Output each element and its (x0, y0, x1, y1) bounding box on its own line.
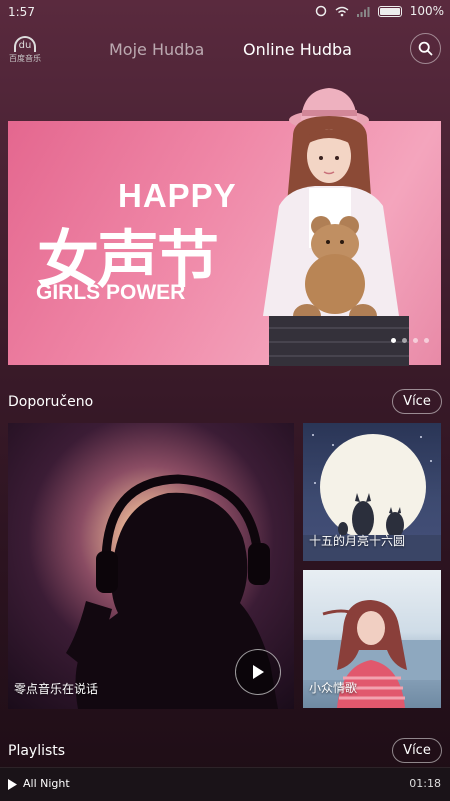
status-bar: 1:57 100% (0, 0, 450, 24)
play-icon[interactable] (8, 779, 17, 790)
logo-caption: 百度音乐 (9, 54, 41, 63)
card-label: 零点音乐在说话 (14, 682, 99, 696)
app-logo[interactable]: du 百度音乐 (8, 36, 42, 66)
search-icon (418, 41, 433, 56)
section-title-playlists: Playlists (8, 743, 66, 759)
recommended-card-moon[interactable]: 十五的月亮十六圆 (303, 423, 441, 561)
battery-percent: 100% (409, 4, 444, 18)
banner-carousel[interactable]: HAPPY 女声节 GIRLS POWER (8, 88, 441, 366)
card-label: 小众情歌 (309, 681, 358, 695)
search-button[interactable] (410, 33, 441, 64)
now-playing-title: All Night (23, 777, 70, 790)
playlists-more-button[interactable]: Více (392, 738, 442, 763)
carousel-indicator (391, 338, 429, 343)
signal-icon (356, 6, 370, 17)
battery-icon (377, 5, 402, 17)
status-time: 1:57 (8, 5, 35, 19)
carousel-dot[interactable] (413, 338, 418, 343)
play-button[interactable] (235, 649, 281, 695)
banner-girls-power-text: GIRLS POWER (36, 281, 186, 304)
sync-icon (315, 5, 326, 17)
tab-my-music[interactable]: Moje Hudba (109, 40, 204, 59)
top-bar: du 百度音乐 Moje Hudba Online Hudba (0, 28, 450, 72)
recommended-card-sea[interactable]: 小众情歌 (303, 570, 441, 708)
banner-girl-image (263, 88, 409, 366)
recommended-card-large[interactable]: 零点音乐在说话 (8, 423, 294, 709)
section-title-recommended: Doporučeno (8, 394, 94, 410)
carousel-dot[interactable] (424, 338, 429, 343)
carousel-dot[interactable] (391, 338, 396, 343)
logo-mark: du (14, 36, 36, 52)
wifi-icon (335, 6, 349, 16)
now-playing-time: 01:18 (409, 777, 441, 790)
tab-online-music[interactable]: Online Hudba (243, 40, 352, 59)
play-icon (253, 665, 264, 679)
mini-player[interactable]: All Night 01:18 (0, 767, 450, 801)
recommended-more-button[interactable]: Více (392, 389, 442, 414)
carousel-dot[interactable] (402, 338, 407, 343)
card-label: 十五的月亮十六圆 (309, 534, 406, 548)
